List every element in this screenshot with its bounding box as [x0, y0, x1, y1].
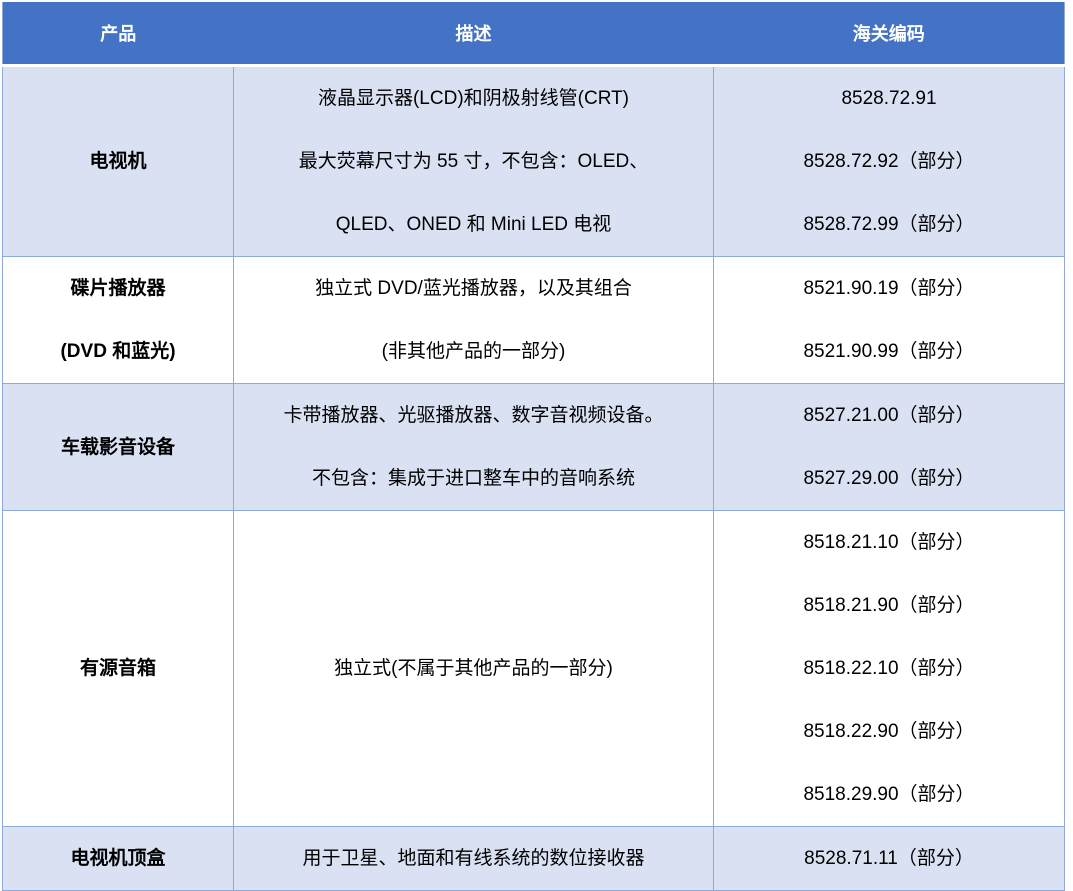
hs-code-line: 8518.21.90（部分） [714, 574, 1064, 637]
header-row: 产品 描述 海关编码 [3, 2, 1065, 66]
product-name-line: 电视机 [3, 130, 233, 193]
description-line: 液晶显示器(LCD)和阴极射线管(CRT) [234, 67, 713, 130]
table-row: 电视机顶盒 用于卫星、地面和有线系统的数位接收器 8528.71.11（部分） [3, 827, 1065, 891]
product-name-line: 电视机顶盒 [3, 827, 233, 890]
hs-code-line: 8528.71.11（部分） [714, 827, 1064, 890]
product-name-line: 碟片播放器 [3, 257, 233, 320]
product-name-line: (DVD 和蓝光) [3, 320, 233, 383]
header-hs-code: 海关编码 [714, 2, 1065, 66]
description-cell: 卡带播放器、光驱播放器、数字音视频设备。不包含：集成于进口整车中的音响系统 [234, 384, 714, 511]
description-line: 独立式 DVD/蓝光播放器，以及其组合 [234, 257, 713, 320]
product-name-line: 车载影音设备 [3, 416, 233, 479]
hs-code-line: 8528.72.92（部分） [714, 130, 1064, 193]
header-product: 产品 [3, 2, 234, 66]
product-name-line: 有源音箱 [3, 637, 233, 700]
customs-table-page: 产品 描述 海关编码 电视机 液晶显示器(LCD)和阴极射线管(CRT)最大荧幕… [0, 0, 1073, 889]
hs-code-line: 8527.29.00（部分） [714, 447, 1064, 510]
description-cell: 液晶显示器(LCD)和阴极射线管(CRT)最大荧幕尺寸为 55 寸，不包含：OL… [234, 66, 714, 257]
description-line: (非其他产品的一部分) [234, 320, 713, 383]
description-line: 独立式(不属于其他产品的一部分) [234, 637, 713, 700]
description-cell: 独立式(不属于其他产品的一部分) [234, 511, 714, 827]
product-cell: 有源音箱 [3, 511, 234, 827]
table-row: 电视机 液晶显示器(LCD)和阴极射线管(CRT)最大荧幕尺寸为 55 寸，不包… [3, 66, 1065, 257]
table-row: 有源音箱 独立式(不属于其他产品的一部分) 8518.21.10（部分）8518… [3, 511, 1065, 827]
hs-code-line: 8518.22.10（部分） [714, 637, 1064, 700]
table-row: 碟片播放器(DVD 和蓝光) 独立式 DVD/蓝光播放器，以及其组合(非其他产品… [3, 257, 1065, 384]
hs-code-line: 8518.21.10（部分） [714, 511, 1064, 574]
description-cell: 用于卫星、地面和有线系统的数位接收器 [234, 827, 714, 891]
hs-code-line: 8518.29.90（部分） [714, 763, 1064, 826]
description-line: QLED、ONED 和 Mini LED 电视 [234, 193, 713, 256]
hs-code-cell: 8528.72.918528.72.92（部分）8528.72.99（部分） [714, 66, 1065, 257]
hs-code-line: 8521.90.99（部分） [714, 320, 1064, 383]
hs-code-line: 8518.22.90（部分） [714, 700, 1064, 763]
header-description: 描述 [234, 2, 714, 66]
description-line: 用于卫星、地面和有线系统的数位接收器 [234, 827, 713, 890]
table-row: 车载影音设备 卡带播放器、光驱播放器、数字音视频设备。不包含：集成于进口整车中的… [3, 384, 1065, 511]
hs-code-line: 8528.72.99（部分） [714, 193, 1064, 256]
description-cell: 独立式 DVD/蓝光播放器，以及其组合(非其他产品的一部分) [234, 257, 714, 384]
description-line: 最大荧幕尺寸为 55 寸，不包含：OLED、 [234, 130, 713, 193]
hs-code-cell: 8527.21.00（部分）8527.29.00（部分） [714, 384, 1065, 511]
description-line: 卡带播放器、光驱播放器、数字音视频设备。 [234, 384, 713, 447]
product-cell: 车载影音设备 [3, 384, 234, 511]
customs-table: 产品 描述 海关编码 电视机 液晶显示器(LCD)和阴极射线管(CRT)最大荧幕… [2, 2, 1065, 891]
hs-code-line: 8528.72.91 [714, 67, 1064, 130]
description-line: 不包含：集成于进口整车中的音响系统 [234, 447, 713, 510]
hs-code-cell: 8518.21.10（部分）8518.21.90（部分）8518.22.10（部… [714, 511, 1065, 827]
product-cell: 碟片播放器(DVD 和蓝光) [3, 257, 234, 384]
hs-code-line: 8521.90.19（部分） [714, 257, 1064, 320]
product-cell: 电视机顶盒 [3, 827, 234, 891]
hs-code-cell: 8521.90.19（部分）8521.90.99（部分） [714, 257, 1065, 384]
table-body: 电视机 液晶显示器(LCD)和阴极射线管(CRT)最大荧幕尺寸为 55 寸，不包… [3, 66, 1065, 891]
hs-code-cell: 8528.71.11（部分） [714, 827, 1065, 891]
product-cell: 电视机 [3, 66, 234, 257]
hs-code-line: 8527.21.00（部分） [714, 384, 1064, 447]
